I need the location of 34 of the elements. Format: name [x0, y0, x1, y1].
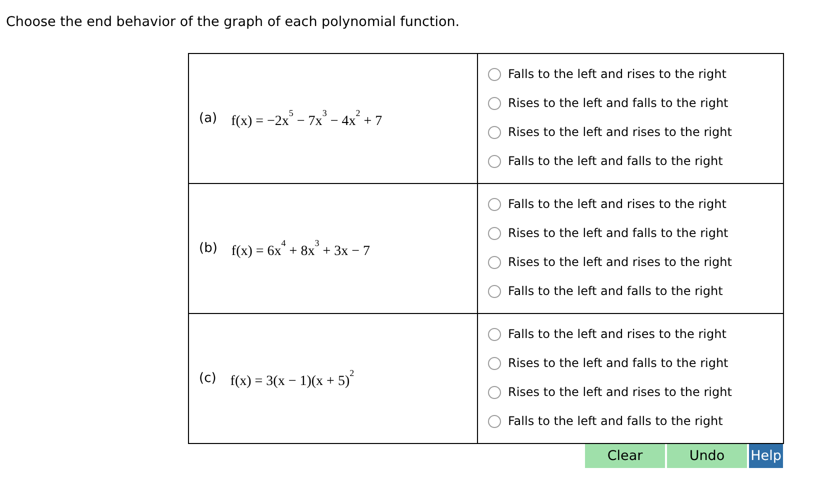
option-label: Falls to the left and falls to the right — [508, 154, 723, 168]
polynomial-formula: f(x) = 6x$^{4}$ + 8x$^{3}$ + 3x − 7 — [231, 238, 370, 260]
option-label: Rises to the left and rises to the right — [508, 125, 732, 139]
radio-button[interactable] — [488, 386, 501, 398]
option-label: Rises to the left and falls to the right — [508, 356, 728, 370]
option-label: Falls to the left and rises to the right — [508, 67, 726, 81]
radio-button[interactable] — [488, 284, 501, 298]
radio-button[interactable] — [488, 414, 501, 428]
radio-button[interactable] — [488, 126, 501, 138]
radio-button[interactable] — [488, 198, 501, 210]
problem-label: (a) — [199, 111, 218, 126]
polynomial-formula: f(x) = 3(x − 1)(x + 5)$^{2}$ — [230, 368, 354, 390]
action-button[interactable]: Clear — [585, 444, 665, 468]
radio-button[interactable] — [488, 96, 501, 110]
option-label: Rises to the left and rises to the right — [508, 255, 732, 269]
problem-label: (c) — [199, 371, 216, 386]
action-button[interactable]: Undo — [667, 444, 747, 468]
help-button[interactable]: Help — [749, 444, 783, 468]
radio-button[interactable] — [488, 226, 501, 240]
radio-button[interactable] — [488, 256, 501, 268]
radio-button[interactable] — [488, 356, 501, 370]
option-label: Falls to the left and rises to the right — [508, 327, 726, 341]
radio-button[interactable] — [488, 68, 501, 80]
option-label: Falls to the left and falls to the right — [508, 414, 723, 428]
option-label: Rises to the left and falls to the right — [508, 226, 728, 240]
polynomial-formula: f(x) = −2x$^{5}$ − 7x$^{3}$ − 4x$^{2}$ + 7 — [231, 108, 382, 130]
radio-button[interactable] — [488, 154, 501, 168]
radio-button[interactable] — [488, 328, 501, 340]
option-label: Falls to the left and falls to the right — [508, 284, 723, 298]
option-label: Rises to the left and falls to the right — [508, 96, 728, 110]
option-label: Rises to the left and rises to the right — [508, 385, 732, 399]
problem-label: (b) — [199, 241, 218, 256]
instruction-text: Choose the end behavior of the graph of each polynomial function. — [6, 14, 460, 30]
option-label: Falls to the left and rises to the right — [508, 197, 726, 211]
